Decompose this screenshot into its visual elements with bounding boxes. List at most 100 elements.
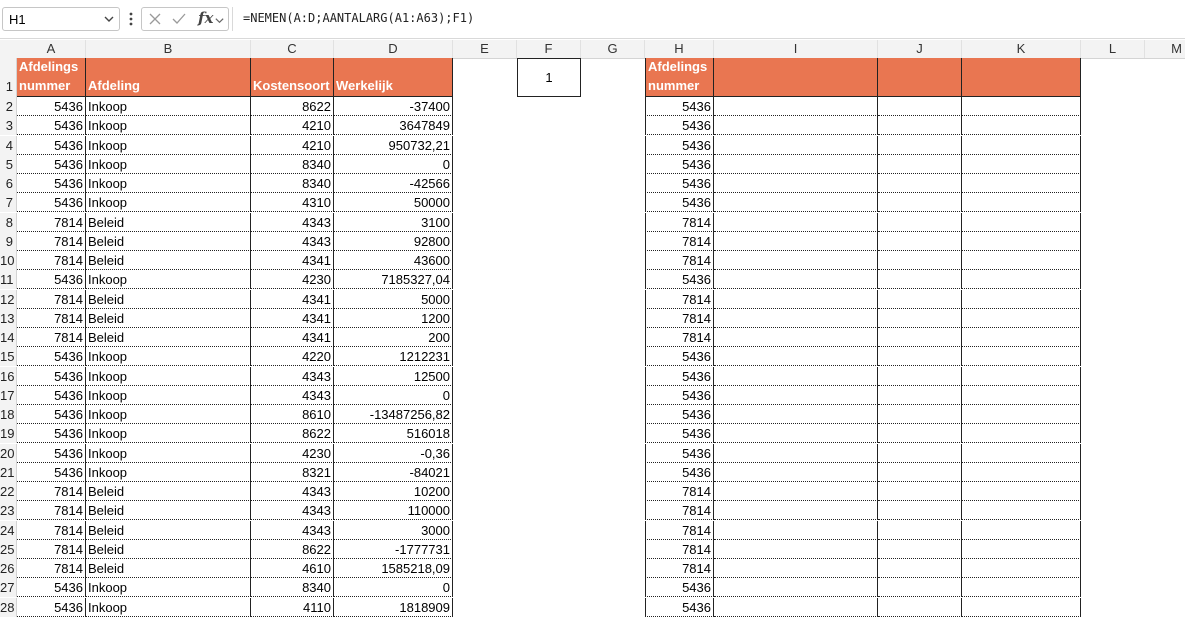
cell-spill-k[interactable] [962, 231, 1081, 251]
cell-spill-afdelingsnummer[interactable]: 5436 [645, 135, 714, 155]
cell-kostensoort[interactable]: 8622 [251, 539, 334, 559]
cell-werkelijk[interactable]: 1818909 [334, 597, 453, 617]
cell-kostensoort[interactable]: 4343 [251, 385, 334, 405]
cell-afdeling[interactable]: Inkoop [86, 116, 251, 136]
cell-afdeling[interactable]: Inkoop [86, 135, 251, 155]
row-header[interactable]: 3 [0, 116, 17, 136]
cell-afdeling[interactable]: Inkoop [86, 578, 251, 598]
cell-afdelingsnummer[interactable]: 7814 [17, 520, 86, 540]
cell-spill-afdelingsnummer[interactable]: 7814 [645, 520, 714, 540]
cell-afdeling[interactable]: Beleid [86, 520, 251, 540]
cell-werkelijk[interactable]: 0 [334, 154, 453, 174]
cell-spill-j[interactable] [878, 482, 962, 501]
cell-spill-j[interactable] [878, 347, 962, 367]
cell-spill-i[interactable] [714, 424, 878, 444]
cell-werkelijk[interactable]: 200 [334, 328, 453, 347]
cell-afdeling[interactable]: Beleid [86, 289, 251, 309]
column-header-i[interactable]: I [714, 40, 878, 58]
cell-spill-afdelingsnummer[interactable]: 7814 [645, 328, 714, 347]
cell-kostensoort[interactable]: 4341 [251, 251, 334, 270]
cell-spill-afdelingsnummer[interactable]: 7814 [645, 289, 714, 309]
cell-spill-k[interactable] [962, 424, 1081, 444]
cell-spill-i[interactable] [714, 97, 878, 116]
cell-kostensoort[interactable]: 4210 [251, 116, 334, 136]
cell-spill-k[interactable] [962, 212, 1081, 232]
row-header[interactable]: 7 [0, 193, 17, 213]
cell-werkelijk[interactable]: 3000 [334, 520, 453, 540]
close-icon[interactable] [147, 11, 163, 30]
cell-spill-j[interactable] [878, 424, 962, 444]
cell-werkelijk[interactable]: -84021 [334, 462, 453, 482]
row-header[interactable]: 19 [0, 424, 17, 444]
cell-kostensoort[interactable]: 8622 [251, 97, 334, 116]
cell-spill-afdelingsnummer[interactable]: 5436 [645, 443, 714, 463]
cell-werkelijk[interactable]: 0 [334, 385, 453, 405]
cell-spill-j[interactable] [878, 116, 962, 136]
cell-werkelijk[interactable]: 0 [334, 578, 453, 598]
cell-spill-j[interactable] [878, 462, 962, 482]
cell-spill-afdelingsnummer[interactable]: 5436 [645, 385, 714, 405]
column-header-h[interactable]: H [645, 40, 714, 58]
header-afdeling[interactable]: Afdeling [86, 58, 251, 97]
insert-function-button[interactable]: fx [198, 9, 213, 27]
cell-afdeling[interactable]: Inkoop [86, 174, 251, 193]
cell-afdelingsnummer[interactable]: 5436 [17, 174, 86, 193]
row-header[interactable]: 22 [0, 482, 17, 501]
cell-spill-i[interactable] [714, 270, 878, 290]
cell-spill-i[interactable] [714, 462, 878, 482]
cell-spill-afdelingsnummer[interactable]: 5436 [645, 174, 714, 193]
cell-kostensoort[interactable]: 8340 [251, 154, 334, 174]
row-header[interactable]: 11 [0, 270, 17, 290]
column-header-j[interactable]: J [878, 40, 962, 58]
cell-spill-j[interactable] [878, 251, 962, 270]
cell-afdeling[interactable]: Beleid [86, 231, 251, 251]
cell-werkelijk[interactable]: 1585218,09 [334, 559, 453, 578]
cell-afdelingsnummer[interactable]: 7814 [17, 482, 86, 501]
row-header[interactable]: 23 [0, 501, 17, 521]
more-vertical-icon[interactable] [127, 9, 135, 29]
cell-spill-afdelingsnummer[interactable]: 5436 [645, 462, 714, 482]
cell-afdelingsnummer[interactable]: 5436 [17, 597, 86, 617]
cell-spill-j[interactable] [878, 212, 962, 232]
column-header-b[interactable]: B [86, 40, 251, 58]
cell-afdelingsnummer[interactable]: 7814 [17, 212, 86, 232]
cell-spill-i[interactable] [714, 482, 878, 501]
cell-spill-k[interactable] [962, 116, 1081, 136]
cell-spill-k[interactable] [962, 559, 1081, 578]
cell-afdelingsnummer[interactable]: 5436 [17, 385, 86, 405]
cell-spill-k[interactable] [962, 520, 1081, 540]
cell-kostensoort[interactable]: 4341 [251, 308, 334, 328]
formula-input[interactable]: =NEMEN(A:D;AANTALARG(A1:A63);F1) [232, 7, 1185, 31]
row-header[interactable]: 2 [0, 97, 17, 116]
cell-spill-afdelingsnummer[interactable]: 5436 [645, 270, 714, 290]
cell-spill-j[interactable] [878, 154, 962, 174]
cell-kostensoort[interactable]: 4341 [251, 328, 334, 347]
cell-werkelijk[interactable]: 950732,21 [334, 135, 453, 155]
cell-spill-afdelingsnummer[interactable]: 7814 [645, 482, 714, 501]
cell-afdeling[interactable]: Inkoop [86, 154, 251, 174]
row-header[interactable]: 5 [0, 154, 17, 174]
cell-afdelingsnummer[interactable]: 5436 [17, 154, 86, 174]
cell-afdelingsnummer[interactable]: 7814 [17, 501, 86, 521]
column-header-g[interactable]: G [581, 40, 645, 58]
cell-kostensoort[interactable]: 4110 [251, 597, 334, 617]
cell-spill-j[interactable] [878, 289, 962, 309]
name-box[interactable]: H1 [2, 7, 120, 31]
cell-werkelijk[interactable]: 7185327,04 [334, 270, 453, 290]
cell-afdeling[interactable]: Inkoop [86, 424, 251, 444]
cell-kostensoort[interactable]: 4230 [251, 270, 334, 290]
cell-kostensoort[interactable]: 4210 [251, 135, 334, 155]
cell-kostensoort[interactable]: 4341 [251, 289, 334, 309]
cell-afdelingsnummer[interactable]: 5436 [17, 116, 86, 136]
cell-spill-k[interactable] [962, 135, 1081, 155]
cell-spill-k[interactable] [962, 193, 1081, 213]
cell-spill-afdelingsnummer[interactable]: 5436 [645, 116, 714, 136]
cell-spill-i[interactable] [714, 116, 878, 136]
column-header-m[interactable]: M [1145, 40, 1185, 58]
cell-spill-k[interactable] [962, 597, 1081, 617]
cell-spill-j[interactable] [878, 308, 962, 328]
cell-werkelijk[interactable]: -1777731 [334, 539, 453, 559]
cell-werkelijk[interactable]: 10200 [334, 482, 453, 501]
column-header-k[interactable]: K [962, 40, 1081, 58]
header-spill-k[interactable] [962, 58, 1081, 97]
